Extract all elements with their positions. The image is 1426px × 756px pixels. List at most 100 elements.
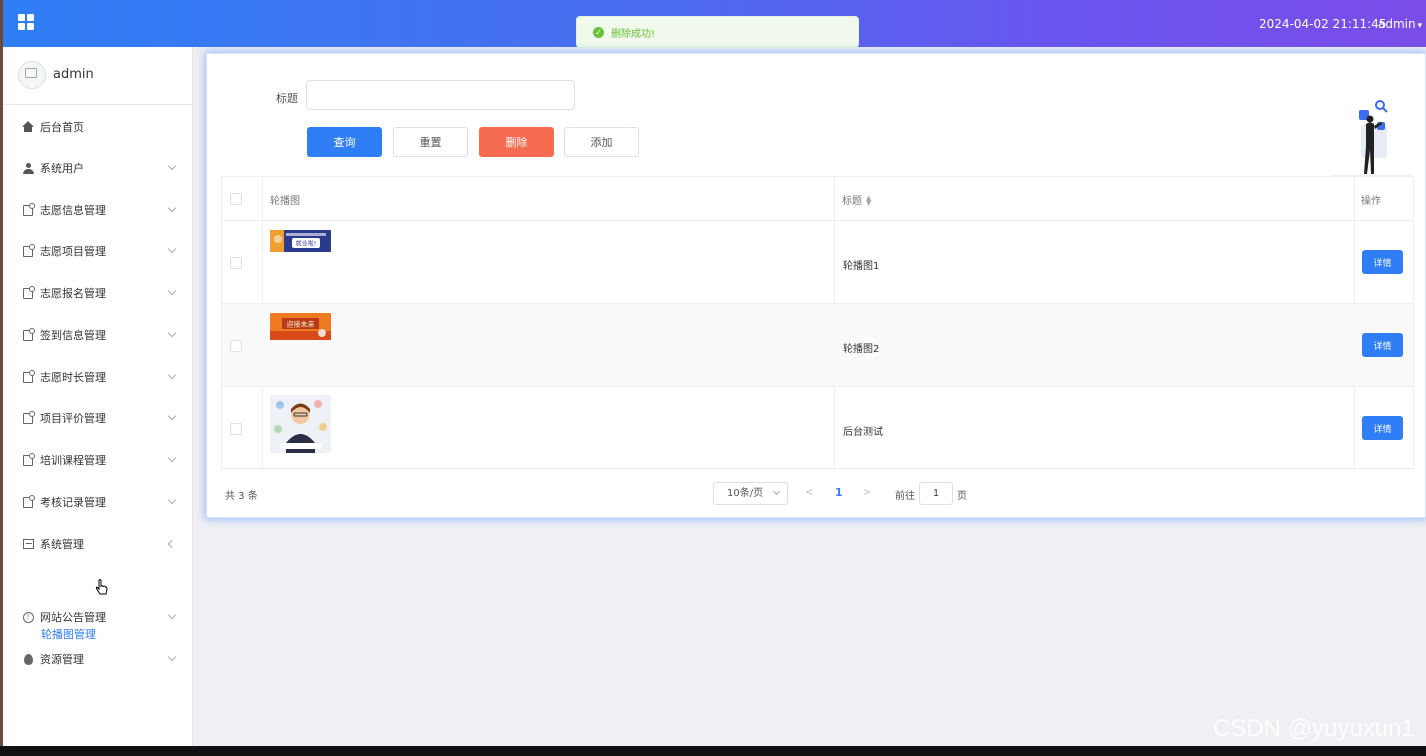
row-title: 后台测试: [843, 427, 883, 438]
sidebar-item-training-courses[interactable]: 培训课程管理: [3, 440, 193, 480]
goto-suffix: 页: [957, 491, 967, 502]
app-screen: 2024-04-02 21:11:45 admin ▾ ✓ 删除成功! admin…: [3, 0, 1426, 746]
page-icon: [22, 202, 35, 216]
picture-icon: [22, 538, 34, 550]
avatar: [18, 61, 46, 89]
delete-button[interactable]: 删除: [479, 127, 554, 157]
column-header-image: 轮播图: [270, 196, 300, 207]
detail-button[interactable]: 详情: [1362, 416, 1403, 440]
sidebar-item-announcements[interactable]: ! 网站公告管理: [3, 597, 193, 637]
carousel-thumbnail: [270, 395, 331, 453]
chevron-down-icon: [167, 244, 177, 254]
sort-icon[interactable]: ▲ ▼: [866, 195, 871, 207]
row-title: 轮播图1: [843, 261, 880, 272]
main-panel: 标题 查询 重置 删除 添加 轮播图 标题 ▲ ▼ 操作 就业啦! 轮播图1 详…: [206, 53, 1426, 518]
page-icon: [22, 369, 35, 383]
row-checkbox[interactable]: [230, 423, 242, 435]
add-button[interactable]: 添加: [564, 127, 639, 157]
sidebar-item-label: 培训课程管理: [40, 454, 106, 467]
sidebar-item-system-users[interactable]: 系统用户: [3, 148, 193, 188]
chevron-down-icon: [167, 328, 177, 338]
detail-button[interactable]: 详情: [1362, 333, 1403, 357]
success-check-icon: ✓: [593, 26, 604, 38]
query-button[interactable]: 查询: [307, 127, 382, 157]
sidebar-item-volunteer-signup[interactable]: 志愿报名管理: [3, 273, 193, 313]
carousel-table: 轮播图 标题 ▲ ▼ 操作 就业啦! 轮播图1 详情 迎接未来 轮播图2 详情 …: [221, 176, 1414, 470]
goto-page-input[interactable]: [919, 482, 953, 505]
sidebar-item-label: 考核记录管理: [40, 496, 106, 509]
detail-button[interactable]: 详情: [1362, 250, 1403, 274]
pin-icon: [22, 653, 34, 665]
profile-name: admin: [53, 67, 94, 82]
column-header-title[interactable]: 标题 ▲ ▼: [842, 192, 871, 208]
title-filter-label: 标题: [276, 92, 298, 105]
chevron-down-icon: [772, 487, 781, 496]
goto-label: 前往: [895, 491, 915, 502]
chevron-left-icon: [167, 539, 177, 549]
sidebar-item-label: 系统用户: [40, 162, 84, 175]
reset-button[interactable]: 重置: [393, 127, 468, 157]
user-menu-label: admin: [1378, 17, 1416, 31]
home-icon: [22, 121, 34, 133]
carousel-thumbnail: 就业啦!: [270, 230, 331, 252]
sidebar-profile: admin: [3, 47, 192, 105]
sidebar-item-volunteer-projects[interactable]: 志愿项目管理: [3, 231, 193, 271]
page-icon: [22, 327, 35, 341]
sidebar: admin 后台首页 系统用户 志愿信息管理 志愿项目管理 志愿报名管理 签到信…: [3, 47, 193, 746]
sidebar-item-project-review[interactable]: 项目评价管理: [3, 398, 193, 438]
sidebar-item-label: 志愿信息管理: [40, 204, 106, 217]
chevron-down-icon: [167, 286, 177, 296]
sidebar-item-volunteer-hours[interactable]: 志愿时长管理: [3, 357, 193, 397]
row-checkbox[interactable]: [230, 340, 242, 352]
next-page-button[interactable]: >: [863, 487, 871, 498]
chevron-down-icon: ▾: [1417, 21, 1423, 31]
sidebar-item-label: 系统管理: [40, 538, 84, 551]
sidebar-item-resources[interactable]: 资源管理: [3, 639, 193, 679]
sidebar-item-home[interactable]: 后台首页: [3, 107, 193, 147]
select-all-checkbox[interactable]: [230, 193, 242, 205]
sidebar-item-assessment[interactable]: 考核记录管理: [3, 482, 193, 522]
page-icon: [22, 285, 35, 299]
watermark: CSDN @yuyuxun1: [1213, 715, 1415, 742]
sidebar-item-label: 项目评价管理: [40, 412, 106, 425]
page-icon: [22, 494, 35, 508]
column-header-title-label: 标题: [842, 196, 862, 207]
prev-page-button[interactable]: <: [805, 487, 813, 498]
row-checkbox[interactable]: [230, 257, 242, 269]
page-icon: [22, 452, 35, 466]
menu-grid-icon[interactable]: [18, 14, 34, 30]
carousel-thumbnail: 迎接未来: [270, 313, 331, 340]
sidebar-item-label: 志愿时长管理: [40, 371, 106, 384]
chevron-down-icon: [167, 411, 177, 421]
chevron-down-icon: [167, 652, 177, 662]
table-header: 轮播图 标题 ▲ ▼ 操作: [222, 177, 1413, 221]
chevron-down-icon: [167, 495, 177, 505]
page-number-current[interactable]: 1: [835, 486, 843, 499]
datetime-display: 2024-04-02 21:11:45: [1259, 17, 1387, 31]
hand-cursor-icon: [95, 579, 108, 595]
success-toast: ✓ 删除成功!: [576, 16, 859, 48]
page-size-select[interactable]: 10条/页: [713, 482, 788, 505]
total-count: 共 3 条: [225, 491, 258, 502]
chevron-down-icon: [167, 161, 177, 171]
sidebar-item-label: 志愿项目管理: [40, 245, 106, 258]
toast-message: 删除成功!: [611, 28, 656, 40]
user-icon: [22, 162, 34, 174]
sidebar-item-label: 志愿报名管理: [40, 287, 106, 300]
user-menu[interactable]: admin ▾: [1378, 17, 1422, 31]
sidebar-item-label: 网站公告管理: [40, 611, 106, 624]
sidebar-item-checkin[interactable]: 签到信息管理: [3, 315, 193, 355]
info-icon: !: [22, 611, 34, 623]
title-filter-input[interactable]: [306, 80, 575, 110]
table-row: 后台测试 详情: [222, 387, 1413, 470]
row-title: 轮播图2: [843, 344, 880, 355]
chevron-down-icon: [167, 610, 177, 620]
table-row: 就业啦! 轮播图1 详情: [222, 221, 1413, 304]
thumbnail-text: 就业啦!: [296, 240, 316, 248]
chevron-down-icon: [167, 370, 177, 380]
sidebar-item-system-management[interactable]: 系统管理: [3, 524, 193, 564]
page-icon: [22, 410, 35, 424]
sidebar-item-volunteer-info[interactable]: 志愿信息管理: [3, 190, 193, 230]
sidebar-item-label: 签到信息管理: [40, 329, 106, 342]
chevron-down-icon: [167, 203, 177, 213]
